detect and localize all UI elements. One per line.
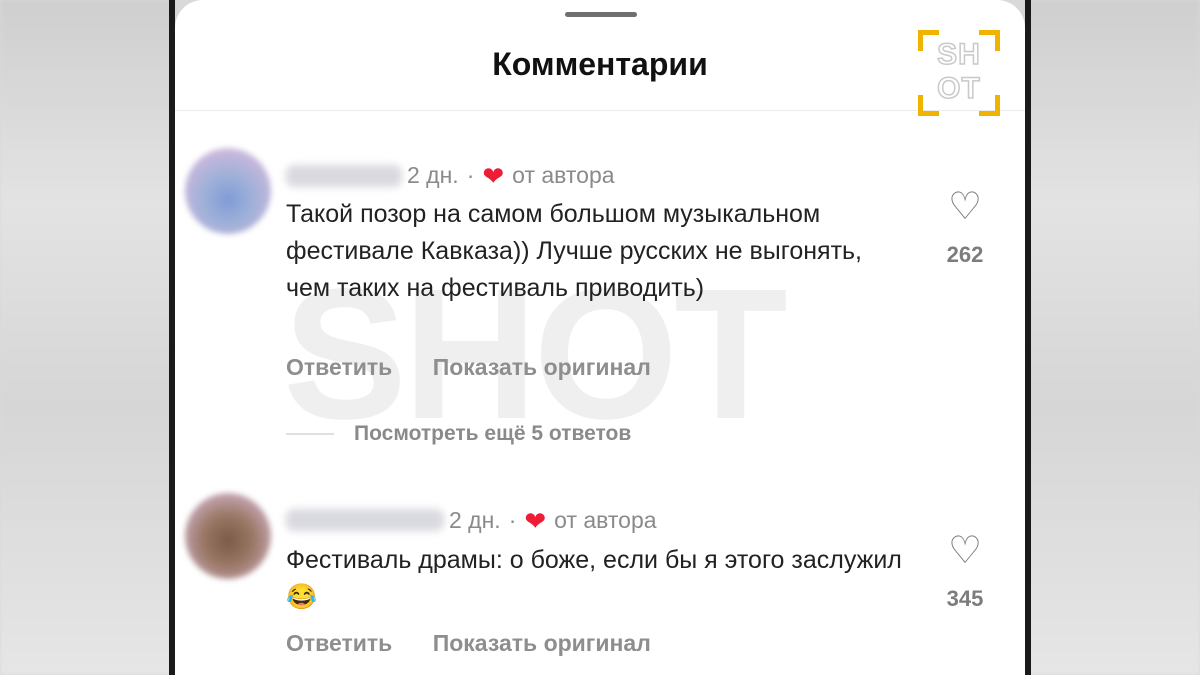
heart-outline-icon[interactable]: ♡ bbox=[930, 532, 1000, 570]
comments-sheet: Комментарии SHOT SH OT 2 дн. · ❤ от автор… bbox=[175, 0, 1025, 675]
background-left bbox=[0, 0, 175, 675]
meta-separator: · bbox=[466, 162, 475, 188]
like-control: ♡ 262 bbox=[930, 188, 1000, 268]
reply-button[interactable]: Ответить bbox=[286, 354, 392, 380]
sheet-grabber[interactable] bbox=[565, 12, 637, 17]
comment-text-body: Фестиваль драмы: о боже, если бы я этого… bbox=[286, 546, 902, 574]
comment-meta: 2 дн. · ❤ от автора bbox=[407, 162, 615, 189]
phone-edge-right bbox=[1025, 0, 1031, 675]
comment-text: Такой позор на самом большом музыкальном… bbox=[286, 200, 863, 302]
comment-time: 2 дн. bbox=[407, 162, 459, 188]
comment-actions: Ответить Показать оригинал bbox=[286, 630, 685, 657]
username-blurred[interactable] bbox=[286, 509, 444, 531]
show-original-button[interactable]: Показать оригинал bbox=[433, 354, 651, 380]
comment-meta: 2 дн. · ❤ от автора bbox=[449, 507, 657, 534]
meta-separator: · bbox=[508, 507, 517, 533]
shot-logo: SH OT bbox=[918, 30, 1000, 116]
view-replies-label: Посмотреть ещё 5 ответов bbox=[354, 422, 632, 445]
author-liked-label: от автора bbox=[512, 162, 615, 188]
heart-filled-icon: ❤ bbox=[482, 160, 505, 191]
heart-outline-icon[interactable]: ♡ bbox=[930, 188, 1000, 226]
username-blurred[interactable] bbox=[286, 165, 402, 187]
like-count: 345 bbox=[946, 586, 984, 611]
show-original-button[interactable]: Показать оригинал bbox=[433, 630, 651, 656]
reply-button[interactable]: Ответить bbox=[286, 630, 392, 656]
header-divider bbox=[175, 110, 1025, 111]
background-right bbox=[1025, 0, 1200, 675]
avatar[interactable] bbox=[185, 148, 271, 234]
laughing-emoji-icon: 😂 bbox=[286, 583, 318, 611]
author-liked-label: от автора bbox=[554, 507, 657, 533]
replies-line bbox=[286, 433, 334, 435]
like-count: 262 bbox=[946, 242, 984, 267]
like-control: ♡ 345 bbox=[930, 532, 1000, 612]
avatar[interactable] bbox=[185, 493, 271, 579]
heart-filled-icon: ❤ bbox=[524, 505, 547, 536]
page-title: Комментарии bbox=[492, 46, 708, 82]
comment-text: Фестиваль драмы: о боже, если бы я этого… bbox=[286, 542, 906, 616]
comment-time: 2 дн. bbox=[449, 507, 501, 533]
comment-actions: Ответить Показать оригинал bbox=[286, 354, 685, 381]
view-replies-button[interactable]: Посмотреть ещё 5 ответов bbox=[286, 422, 631, 446]
